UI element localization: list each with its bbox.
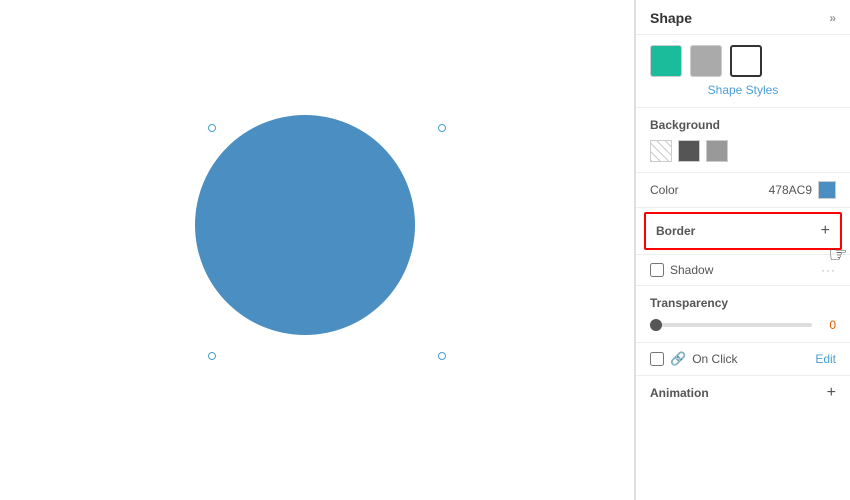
border-add-button[interactable]: + [821,222,830,240]
border-label: Border [656,224,695,238]
onclick-row: 🔗 On Click Edit [636,342,850,375]
link-icon: 🔗 [670,351,686,367]
handle-top-left[interactable] [208,124,216,132]
canvas-area [0,0,635,500]
animation-label: Animation [650,386,709,400]
onclick-checkbox[interactable] [650,352,664,366]
shape-swatches-row [636,35,850,81]
right-panel: Shape » Shape Styles Background Color 47… [635,0,850,500]
background-section: Background [636,107,850,172]
handle-top-right[interactable] [438,124,446,132]
border-section: Border + ☞ [644,212,842,250]
transparency-section: Transparency 0 [636,285,850,342]
swatch-gray[interactable] [690,45,722,77]
color-label: Color [650,183,679,197]
animation-add-button[interactable]: + [827,384,836,402]
animation-row: Animation + [636,375,850,410]
onclick-edit-button[interactable]: Edit [815,352,836,366]
bg-swatch-dark[interactable] [678,140,700,162]
panel-header: Shape » [636,0,850,35]
shadow-dots: ··· [821,263,836,277]
onclick-label: On Click [692,352,737,366]
color-hex-value: 478AC9 [769,183,812,197]
handle-bottom-right[interactable] [438,352,446,360]
shadow-checkbox[interactable] [650,263,664,277]
onclick-left-group: 🔗 On Click [650,351,738,367]
bg-swatch-medium[interactable] [706,140,728,162]
color-row: Color 478AC9 [636,172,850,207]
panel-title: Shape [650,10,692,26]
handle-bottom-left[interactable] [208,352,216,360]
transparency-slider[interactable] [650,323,812,327]
bg-swatch-transparent[interactable] [650,140,672,162]
shadow-row: Shadow ··· [636,254,850,285]
color-value-group: 478AC9 [769,181,836,199]
color-swatch[interactable] [818,181,836,199]
shadow-label: Shadow [670,263,713,277]
bg-swatches-row [650,140,836,162]
circle-shape[interactable] [195,115,415,335]
transparency-value: 0 [822,318,836,332]
shape-styles-label[interactable]: Shape Styles [636,81,850,107]
swatch-white[interactable] [730,45,762,77]
shadow-left-group: Shadow [650,263,713,277]
transparency-title: Transparency [650,296,836,310]
expand-icon[interactable]: » [829,11,836,25]
swatch-teal[interactable] [650,45,682,77]
transparency-control: 0 [650,318,836,332]
background-label: Background [650,118,836,132]
